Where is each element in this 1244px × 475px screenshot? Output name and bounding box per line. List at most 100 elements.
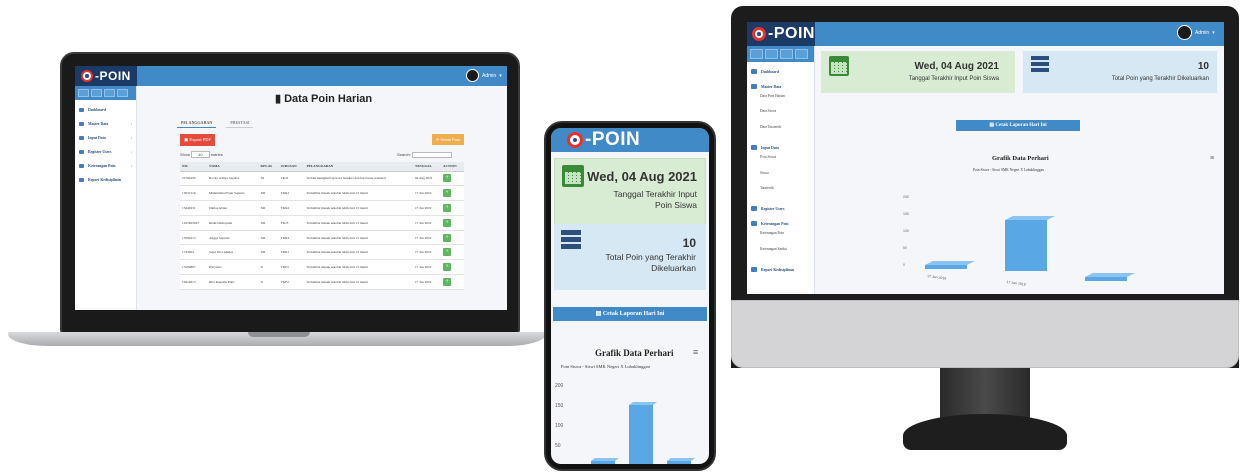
sidebar-subitem[interactable]: Keterangan Sanksi <box>751 247 810 262</box>
chevron-icon: ‹ <box>130 150 132 154</box>
chevron-down-icon: ▾ <box>499 72 502 79</box>
phone-app-logo[interactable]: -POIN <box>563 128 644 152</box>
sidebar-item-icon <box>79 122 84 126</box>
table-cell: Terlambat masuk sekolah lebih dari 15 me… <box>304 274 413 290</box>
sidebar-subitem[interactable]: Data Poin Harian <box>751 94 810 109</box>
tool-chart-icon[interactable] <box>750 49 763 59</box>
sidebar-item[interactable]: Dashboard <box>79 103 132 117</box>
add-action-button[interactable]: + <box>443 203 452 212</box>
tool-edit-icon[interactable] <box>780 49 793 59</box>
sidebar-item[interactable]: Master Data <box>751 79 810 94</box>
tool-users-icon[interactable] <box>91 89 102 97</box>
sidebar-subitem-label: Tatatertib <box>760 185 774 190</box>
monitor-neck <box>940 368 1030 420</box>
tool-edit-icon[interactable] <box>104 89 115 97</box>
table-cell: XII <box>258 185 279 202</box>
sidebar-subitem-label: Data Siswa <box>760 109 777 114</box>
chart-subtitle: Poin Siswa - Siswi SMK Negeri X Lubuklin… <box>561 364 650 369</box>
sidebar-subitem[interactable]: Tatatertib <box>751 186 810 201</box>
add-action-button[interactable]: + <box>443 277 452 286</box>
sidebar-item[interactable]: Register Users ‹ <box>79 145 132 159</box>
add-action-button[interactable]: + <box>443 189 452 198</box>
table-cell: 17 Jan 2019 <box>412 259 442 276</box>
sidebar-subitem-label: Poin Siswa <box>760 155 777 160</box>
table-cell: 21764295 <box>180 171 208 187</box>
reset-poin-button[interactable]: ⟳ Reset Poin <box>432 134 465 145</box>
table-header-cell[interactable]: TANGGAL <box>412 162 442 172</box>
total-poin-value: 10 <box>1197 61 1209 72</box>
server-icon <box>1031 56 1049 74</box>
sidebar-item[interactable]: Input Data <box>751 140 810 155</box>
app-logo[interactable]: -POIN <box>75 66 137 86</box>
total-poin-caption: Total Poin yang Terakhir Dikeluarkan <box>1111 76 1209 82</box>
sidebar-subitem[interactable]: Data Tatatertib <box>751 125 810 140</box>
table-header-cell[interactable]: ACTION <box>441 162 464 172</box>
sidebar-item[interactable]: Keterangan Poin ‹ <box>79 159 132 173</box>
x-tick-label: 17 Jan 2019 <box>927 274 947 281</box>
y-tick-label: 50 <box>555 443 561 449</box>
monitor-sidebar: Dashboard Master Data Data Poin Harian Data… <box>747 46 815 294</box>
sidebar-item[interactable]: Register Users <box>751 201 810 216</box>
sidebar-subitem[interactable]: Keterangan Poin <box>751 231 810 246</box>
add-action-button[interactable]: + <box>443 263 452 272</box>
tool-list-icon[interactable] <box>117 89 128 97</box>
tool-chart-icon[interactable] <box>78 89 89 97</box>
sidebar-item-icon <box>751 84 757 89</box>
chart-menu-icon[interactable]: ≡ <box>1210 155 1214 162</box>
sidebar-item-label: Master Data <box>761 84 782 89</box>
cetak-laporan-button[interactable]: ▤ Cetak Laporan Hari Ini <box>553 307 707 321</box>
tool-list-icon[interactable] <box>795 49 808 59</box>
sidebar-item[interactable]: Master Data ‹ <box>79 117 132 131</box>
chevron-icon: ‹ <box>130 136 132 140</box>
sidebar-item-icon <box>79 178 84 182</box>
y-tick-label: 150 <box>903 212 909 216</box>
add-action-button[interactable]: + <box>443 174 452 183</box>
sidebar-item[interactable]: Report Kedisiplinan <box>751 262 810 277</box>
logo-mark-icon <box>567 132 583 148</box>
chart-bar-top <box>667 458 695 461</box>
table-cell: Terlambat masuk sekolah lebih dari 15 me… <box>304 215 413 231</box>
table-cell: 1167463047 <box>180 215 208 231</box>
tool-users-icon[interactable] <box>765 49 778 59</box>
tab-prestasi[interactable]: PRESTASI <box>226 118 254 128</box>
chevron-icon: ‹ <box>130 122 132 126</box>
y-tick-label: 150 <box>555 403 564 409</box>
table-header-cell[interactable]: PELANGGARAN <box>304 162 413 172</box>
sidebar-subitem[interactable]: Siswa <box>751 171 810 186</box>
page-length-select[interactable]: 10 <box>191 151 210 158</box>
table-cell: 19414613 <box>180 274 208 290</box>
sidebar-subitem[interactable]: Data Siswa <box>751 109 810 124</box>
table-cell: 1743404 <box>180 244 208 261</box>
sidebar-subitem[interactable]: Poin Siswa <box>751 155 810 170</box>
sidebar-item[interactable]: Report Kedisiplinan <box>79 173 132 187</box>
tab-bar: PELANGGARAN PRESTASI <box>177 118 254 128</box>
sidebar-item-icon <box>751 69 757 74</box>
action-cell: + <box>441 200 464 216</box>
sidebar-item[interactable]: Input Data ‹ <box>79 131 132 145</box>
add-action-button[interactable]: + <box>443 233 452 242</box>
user-menu[interactable]: Admin ▾ <box>1177 25 1215 40</box>
table-cell: 17 Jan 2019 <box>412 244 442 261</box>
sidebar-item[interactable]: Keterangan Poin <box>751 216 810 231</box>
chevron-down-icon: ▾ <box>1212 29 1215 36</box>
tab-pelanggaran[interactable]: PELANGGARAN <box>177 118 217 128</box>
table-header-cell[interactable]: KELAS <box>258 162 279 172</box>
monitor-app-logo[interactable]: -POIN <box>747 22 815 46</box>
phone-screen: -POIN Wed, 04 Aug 2021 Tanggal Terakhir … <box>551 128 709 464</box>
table-cell: TKJ2 <box>278 171 305 187</box>
sidebar-item[interactable]: Dashboard <box>751 64 810 79</box>
add-action-button[interactable]: + <box>443 248 452 257</box>
add-action-button[interactable]: + <box>443 218 452 227</box>
cetak-laporan-button[interactable]: ▤ Cetak Laporan Hari Ini <box>956 120 1080 131</box>
export-pdf-button[interactable]: ▣ Export PDF <box>180 134 216 146</box>
table-header-cell[interactable]: JURUSAN <box>278 162 305 172</box>
table-header-cell[interactable]: NAMA <box>207 162 259 172</box>
table-cell: Septi Dwi Ahmas <box>207 244 259 261</box>
user-menu[interactable]: Admin ▾ <box>466 69 502 82</box>
sidebar-item-label: Register Users <box>761 206 785 211</box>
table-header-cell[interactable]: NIS <box>180 162 208 172</box>
chart-menu-icon[interactable]: ≡ <box>693 347 698 357</box>
sidebar-item-icon <box>751 145 757 151</box>
search-input[interactable] <box>411 152 452 158</box>
laptop-notch <box>248 332 310 337</box>
